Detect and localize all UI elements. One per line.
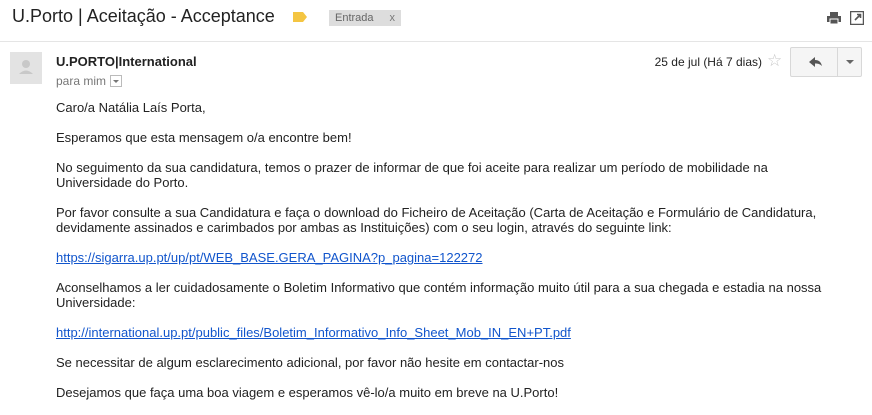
- print-icon[interactable]: [827, 11, 841, 25]
- body-paragraph: Desejamos que faça uma boa viagem e espe…: [56, 385, 559, 400]
- recipient-line: para mim: [56, 74, 123, 88]
- more-actions-button[interactable]: [838, 48, 861, 76]
- info-sheet-link[interactable]: http://international.up.pt/public_files/…: [56, 325, 571, 340]
- body-paragraph: Aconselhamos a ler cuidadosamente o Bole…: [56, 280, 822, 310]
- body-paragraph: Por favor consulte a sua Candidatura e f…: [56, 205, 817, 235]
- label-chip-inbox[interactable]: Entrada x: [329, 10, 402, 26]
- new-window-icon[interactable]: [849, 10, 865, 26]
- body-paragraph: Esperamos que esta mensagem o/a encontre…: [56, 130, 352, 145]
- body-paragraph: Se necessitar de algum esclarecimento ad…: [56, 355, 564, 370]
- body-greeting: Caro/a Natália Laís Porta,: [56, 100, 206, 115]
- label-chip-text: Entrada: [335, 12, 374, 24]
- star-icon[interactable]: ☆: [767, 52, 782, 69]
- recipient-text: para mim: [56, 74, 107, 88]
- message-date: 25 de jul (Há 7 dias): [654, 55, 762, 69]
- body-paragraph: No seguimento da sua candidatura, temos …: [56, 160, 768, 190]
- sender-name[interactable]: U.PORTO|International: [56, 54, 197, 69]
- remove-label-button[interactable]: x: [390, 12, 396, 24]
- recipient-details-toggle[interactable]: [110, 75, 123, 87]
- message-body: Caro/a Natália Laís Porta, Esperamos que…: [56, 100, 846, 415]
- sender-avatar: [10, 52, 42, 84]
- subject-title: U.Porto | Aceitação - Acceptance: [12, 6, 275, 26]
- person-icon: [19, 60, 33, 74]
- reply-button-group: [790, 47, 862, 77]
- reply-icon: [809, 57, 822, 67]
- reply-button[interactable]: [791, 48, 837, 76]
- candidature-link[interactable]: https://sigarra.up.pt/up/pt/WEB_BASE.GER…: [56, 250, 483, 265]
- header-divider: [0, 41, 872, 42]
- message-header: U.Porto | Aceitação - Acceptance Entrada…: [0, 0, 872, 40]
